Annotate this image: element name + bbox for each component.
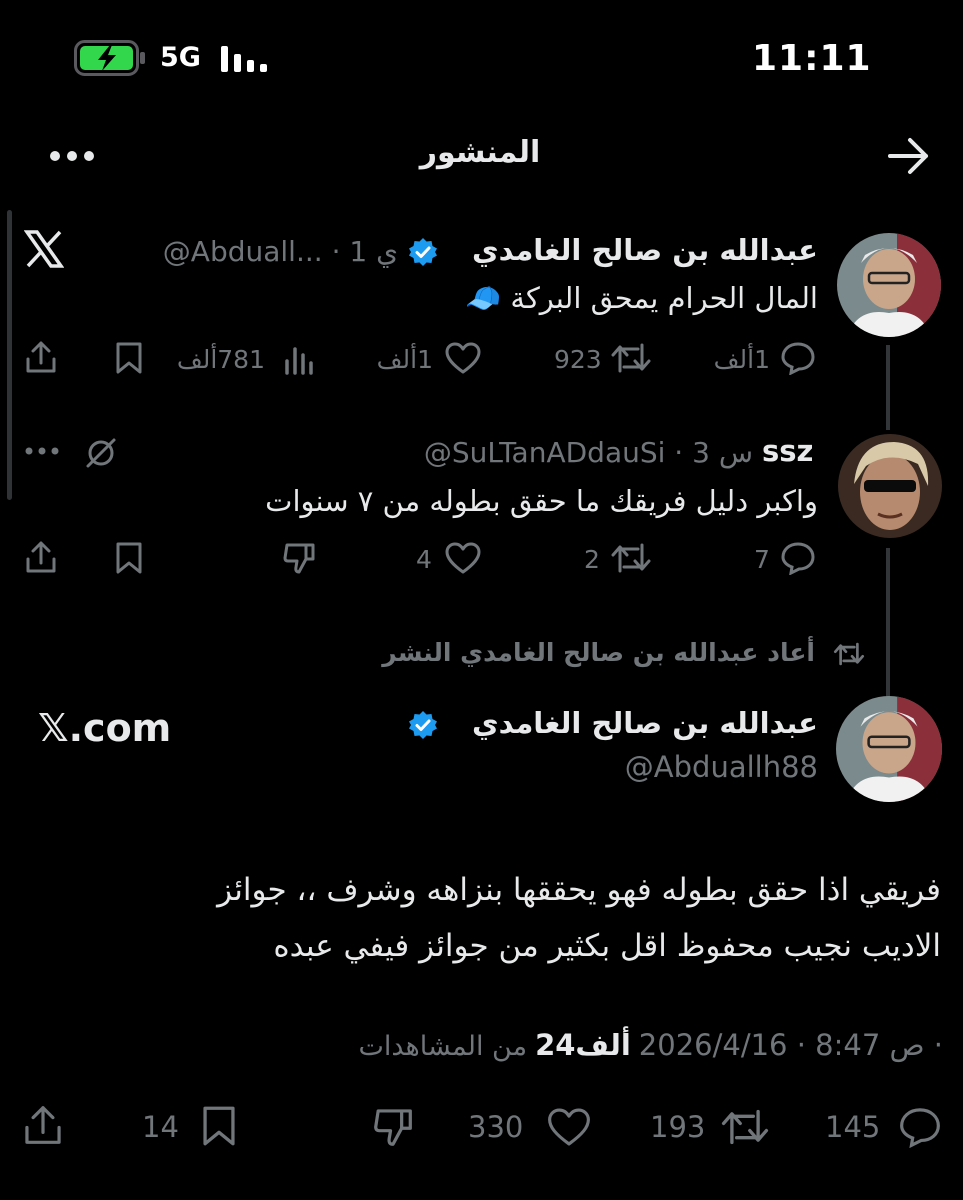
thread-line [886, 548, 890, 708]
views-label: من المشاهدات [358, 1031, 528, 1062]
arrow-right-icon[interactable] [886, 135, 932, 177]
bookmark-icon[interactable] [114, 541, 144, 575]
bookmark-icon[interactable] [114, 341, 144, 375]
tweet-datetime: 2026/4/16 · 8:47 ص · [638, 1028, 943, 1062]
author-name[interactable]: ssz [762, 434, 813, 468]
retweet-icon[interactable] [610, 341, 652, 375]
tweet-text: المال الحرام يمحق البركة 🧢 [465, 281, 818, 315]
author-name[interactable]: عبدالله بن صالح الغامدي [472, 706, 818, 740]
battery-charging-icon [74, 40, 146, 76]
tweet-text: فريقي اذا حقق بطوله فهو يحققها بنزاهه وش… [41, 862, 941, 974]
like-icon[interactable] [444, 541, 482, 575]
author-name[interactable]: عبدالله بن صالح الغامدي [472, 233, 818, 267]
reply-count: 7 [754, 545, 770, 574]
repost-banner[interactable]: أعاد عبدالله بن صالح الغامدي النشر [0, 636, 963, 676]
retweet-icon[interactable] [610, 541, 652, 575]
reply-count: 145 [825, 1110, 881, 1144]
status-bar: 5G 11:11 [0, 0, 963, 110]
views-count[interactable]: 24ألف [535, 1028, 631, 1062]
signal-bars-icon [220, 44, 270, 74]
retweet-count: 193 [650, 1110, 706, 1144]
tweet-meta-line: 2026/4/16 · 8:47 ص · 24ألف من المشاهدات [358, 1028, 943, 1068]
views-count: 781ألف [176, 345, 265, 374]
bookmark-icon[interactable] [200, 1104, 238, 1148]
reply-icon[interactable] [780, 541, 816, 575]
avatar[interactable] [837, 233, 941, 337]
watermark: 𝕏.com [38, 706, 172, 750]
tweet-parent[interactable]: عبدالله بن صالح الغامدي @Abduall... · 1 … [0, 215, 963, 430]
retweet-icon [833, 640, 865, 668]
network-type: 5G [160, 42, 201, 73]
author-handle-time[interactable]: @SuLTanADdauSi · 3 س [375, 436, 753, 469]
share-icon[interactable] [24, 539, 58, 575]
x-logo-icon [24, 229, 64, 269]
author-handle-time[interactable]: @Abduall... · 1 ي [143, 235, 398, 268]
share-icon[interactable] [24, 339, 58, 375]
like-count: 1ألف [376, 345, 433, 374]
tweet-text: واكبر دليل فريقك ما حقق بطوله من ٧ سنوات [265, 484, 818, 518]
reply-count: 1ألف [713, 345, 770, 374]
tweet-reply[interactable]: ssz @SuLTanADdauSi · 3 س واكبر دليل فريق… [0, 420, 963, 708]
like-count: 4 [416, 545, 432, 574]
main-tweet: عبدالله بن صالح الغامدي @Abduallh88 𝕏.co… [0, 690, 963, 1200]
like-icon[interactable] [444, 341, 482, 375]
thread-line [886, 345, 890, 430]
retweet-count: 2 [584, 545, 600, 574]
like-icon[interactable] [546, 1106, 592, 1148]
grok-icon[interactable] [84, 436, 118, 470]
page-title: المنشور [419, 135, 541, 170]
avatar[interactable] [838, 434, 942, 538]
more-horizontal-icon[interactable] [48, 141, 96, 171]
retweet-count: 923 [554, 345, 602, 374]
views-chart-icon[interactable] [284, 343, 314, 375]
verified-badge-icon [408, 237, 438, 267]
bookmark-count: 14 [142, 1110, 179, 1144]
verified-badge-icon [408, 710, 438, 740]
clock: 11:11 [752, 38, 872, 79]
reply-icon[interactable] [780, 341, 816, 375]
dislike-icon[interactable] [282, 541, 316, 575]
top-nav: المنشور [0, 115, 963, 195]
tweet-text-line: الاديب نجيب محفوظ اقل بكثير من جوائز فيف… [273, 928, 941, 964]
repost-text: أعاد عبدالله بن صالح الغامدي النشر [382, 638, 815, 667]
reply-icon[interactable] [898, 1106, 942, 1148]
avatar[interactable] [836, 696, 942, 802]
author-handle[interactable]: @Abduallh88 [560, 750, 818, 784]
tweet-text-line: فريقي اذا حقق بطوله فهو يحققها بنزاهه وش… [217, 872, 941, 908]
more-horizontal-icon[interactable] [24, 444, 60, 458]
share-icon[interactable] [22, 1102, 64, 1148]
like-count: 330 [468, 1110, 524, 1144]
dislike-icon[interactable] [372, 1106, 414, 1148]
retweet-icon[interactable] [720, 1106, 770, 1148]
